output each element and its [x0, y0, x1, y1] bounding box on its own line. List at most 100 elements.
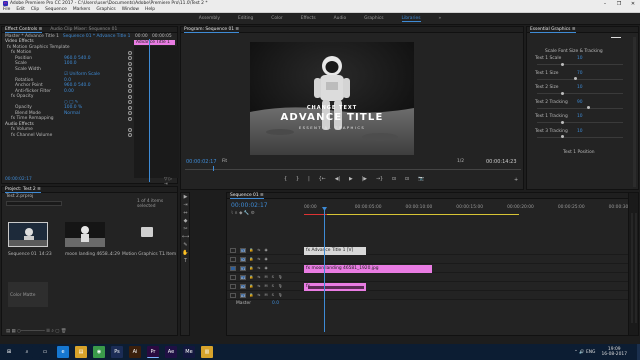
start-taskbar-icon[interactable]: ⊞ — [3, 346, 15, 358]
premiere-taskbar-icon[interactable]: Pr — [147, 346, 159, 358]
lock-icon[interactable]: 🔒 — [249, 284, 253, 288]
mark-in-button[interactable]: { — [284, 177, 287, 182]
eg-slider-knob[interactable] — [561, 91, 565, 95]
eg-slider-knob[interactable] — [574, 77, 578, 80]
mic-icon[interactable]: 🎙 — [278, 293, 283, 297]
hand-tool-icon[interactable]: ✋ — [182, 250, 189, 257]
sync-icon[interactable]: ⇆ — [257, 275, 260, 279]
eg-slider[interactable] — [537, 107, 623, 109]
reset-icon[interactable] — [128, 133, 132, 138]
workspace-color[interactable]: Color — [271, 16, 282, 21]
folder-icon[interactable] — [141, 227, 153, 237]
project-item-sequence-thumb[interactable] — [8, 222, 48, 247]
ec-timecode[interactable]: 00:00:02:17 — [5, 177, 32, 182]
tab-sequence-01[interactable]: Sequence 01 ≡ — [230, 193, 264, 199]
task-view-taskbar-icon[interactable]: ▭ — [39, 346, 51, 358]
solo-icon[interactable]: S — [272, 275, 274, 279]
effect-row-value[interactable]: 100.0 % — [64, 105, 82, 110]
source-clip-label[interactable]: Master * Advance Title 1 — [5, 34, 59, 39]
lock-icon[interactable]: 🔒 — [249, 248, 253, 252]
close-button[interactable]: ✕ — [626, 1, 640, 7]
clip-advance-title[interactable]: fx Advance Title 1 [V] — [304, 247, 366, 255]
tab-effect-controls[interactable]: Effect Controls ≡ — [5, 27, 43, 33]
after-effects-taskbar-icon[interactable]: Ae — [165, 346, 177, 358]
illustrator-taskbar-icon[interactable]: Ai — [129, 346, 141, 358]
effect-row[interactable]: fx Time Remapping — [2, 116, 177, 122]
menu-file[interactable]: File — [3, 7, 10, 12]
go-to-in-button[interactable]: {← — [319, 177, 326, 182]
program-video-frame[interactable]: CHANGE TEXT ADVANCE TITLE ESSENTIAL GRAP… — [250, 42, 414, 155]
track-target-toggle[interactable] — [230, 265, 236, 271]
photoshop-taskbar-icon[interactable]: Ps — [111, 346, 123, 358]
lock-icon[interactable]: 🔒 — [249, 275, 253, 279]
eg-control-value[interactable]: 90 — [577, 100, 583, 105]
button-editor-button[interactable]: + — [514, 177, 518, 183]
eg-slider[interactable] — [537, 78, 623, 80]
go-to-out-button[interactable]: →} — [376, 177, 383, 182]
chrome-taskbar-icon[interactable]: ◉ — [93, 346, 105, 358]
minimize-button[interactable]: – — [598, 1, 612, 7]
track-select-tool-icon[interactable]: ⇥ — [182, 202, 189, 209]
edge-taskbar-icon[interactable]: e — [57, 346, 69, 358]
add-marker-button[interactable]: | — [308, 177, 310, 182]
eg-control-value[interactable]: 10 — [577, 129, 583, 134]
eg-slider[interactable] — [537, 122, 623, 123]
solo-icon[interactable]: S — [272, 284, 274, 288]
program-scrub-bar[interactable] — [185, 167, 521, 170]
effect-row-value[interactable]: 100.0 — [64, 61, 77, 66]
reset-icon[interactable] — [128, 116, 132, 121]
explorer-2-taskbar-icon[interactable]: ▥ — [201, 346, 213, 358]
reset-icon[interactable] — [128, 94, 132, 99]
program-timecode-current[interactable]: 00:00:02:17 — [186, 159, 217, 165]
reset-icon[interactable] — [128, 89, 132, 94]
sync-icon[interactable]: ⇆ — [257, 266, 260, 270]
mic-icon[interactable]: 🎙 — [278, 284, 283, 288]
eg-slider[interactable] — [537, 64, 623, 65]
effect-row-value[interactable]: ○ □ ✎ — [64, 100, 78, 105]
effect-row-value[interactable]: Normal — [64, 111, 80, 116]
tab-audio-clip-mixer[interactable]: Audio Clip Mixer: Sequence 01 — [50, 27, 117, 32]
tab-program-sequence[interactable]: Program: Sequence 01 ≡ — [184, 27, 240, 33]
effect-row-value[interactable]: ☑ Uniform Scale — [64, 72, 100, 77]
maximize-button[interactable]: ❐ — [612, 1, 626, 7]
track-name[interactable]: V2 — [240, 256, 246, 262]
slip-tool-icon[interactable]: ⟷ — [182, 234, 189, 241]
rolling-edit-tool-icon[interactable]: ◆ — [182, 218, 189, 225]
reset-icon[interactable] — [128, 61, 132, 66]
workspace-editing[interactable]: Editing — [238, 16, 253, 21]
reset-icon[interactable] — [128, 56, 132, 61]
eg-scrollbar[interactable] — [633, 37, 636, 187]
reset-icon[interactable] — [128, 105, 132, 110]
timeline-playhead[interactable] — [324, 207, 325, 332]
eye-icon[interactable]: ◉ — [265, 266, 268, 270]
export-frame-button[interactable]: 📷 — [418, 177, 424, 182]
play-button[interactable]: ▶ — [349, 177, 353, 182]
mark-out-button[interactable]: } — [296, 177, 299, 182]
program-fit-dropdown[interactable]: Fit — [222, 159, 227, 164]
lift-button[interactable]: ⊡ — [392, 177, 396, 182]
selection-tool-icon[interactable]: ▶ — [182, 194, 189, 201]
track-name[interactable]: V1 — [240, 265, 246, 271]
project-search-input[interactable] — [6, 201, 62, 206]
workspace-audio[interactable]: Audio — [334, 16, 346, 21]
mute-icon[interactable]: M — [265, 293, 268, 297]
step-back-button[interactable]: ◀| — [335, 177, 340, 182]
search-taskbar-icon[interactable]: ⌕ — [21, 346, 33, 358]
reset-icon[interactable] — [128, 72, 132, 77]
ripple-edit-tool-icon[interactable]: ⇔ — [182, 210, 189, 217]
eg-control-value[interactable]: 70 — [577, 71, 583, 76]
reset-icon[interactable] — [128, 127, 132, 132]
lock-icon[interactable]: 🔒 — [249, 293, 253, 297]
lock-icon[interactable]: 🔒 — [249, 266, 253, 270]
reset-icon[interactable] — [128, 111, 132, 116]
eg-control-value[interactable]: 10 — [577, 56, 583, 61]
workspace-libraries[interactable]: Libraries — [401, 16, 421, 22]
step-forward-button[interactable]: |▶ — [362, 177, 367, 182]
effect-row-value[interactable]: 960.0 540.0 — [64, 83, 91, 88]
tab-project[interactable]: Project: Test 2 ≡ — [5, 187, 41, 193]
tab-essential-graphics[interactable]: Essential Graphics ≡ — [530, 27, 576, 33]
workspace-effects[interactable]: Effects — [301, 16, 316, 21]
audio-effect-row[interactable]: fx Channel Volume — [2, 133, 177, 139]
razor-tool-icon[interactable]: ✂ — [182, 226, 189, 233]
menu-window[interactable]: Window — [122, 7, 139, 12]
